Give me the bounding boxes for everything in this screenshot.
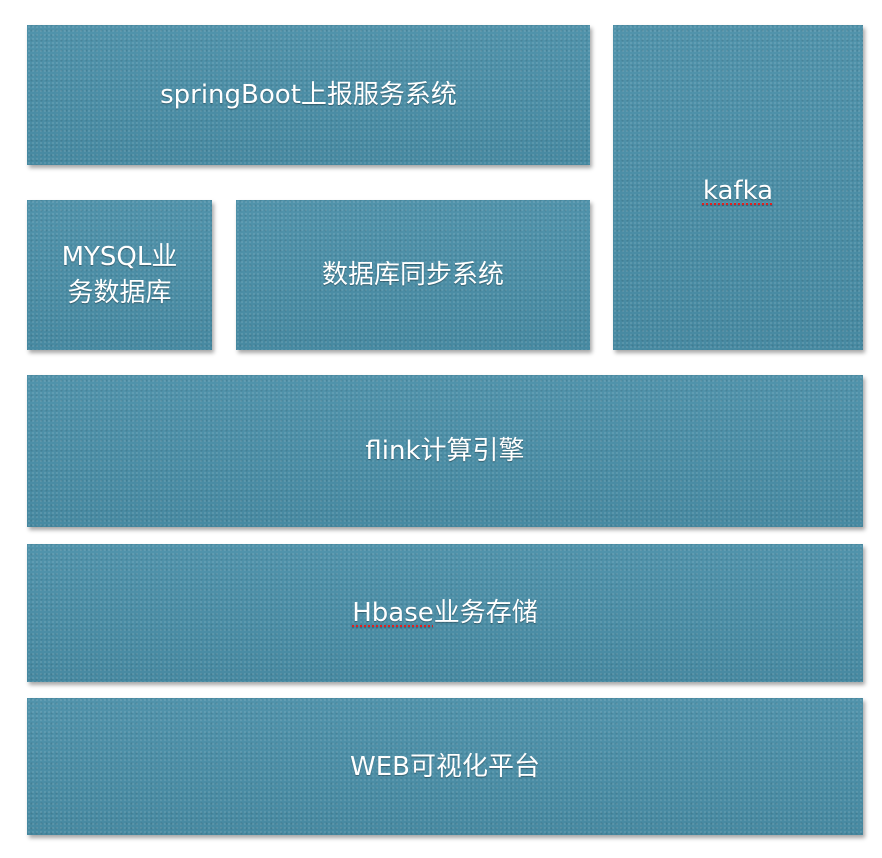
mysql-business-db-box: MYSQL业 务数据库: [27, 200, 212, 350]
mysql-business-db-label: MYSQL业 务数据库: [61, 242, 178, 308]
web-visualization-platform-box: WEB可视化平台: [27, 698, 863, 835]
kafka-box: kafka: [613, 25, 863, 350]
hbase-label-suffix: 业务存储: [433, 598, 538, 628]
database-sync-system-box: 数据库同步系统: [236, 200, 590, 350]
springboot-report-service-label: springBoot上报服务系统: [160, 80, 457, 110]
flink-compute-engine-box: flink计算引擎: [27, 375, 863, 527]
springboot-report-service-box: springBoot上报服务系统: [27, 25, 590, 165]
hbase-business-storage-label: Hbase业务存储: [352, 595, 538, 631]
web-visualization-platform-label: WEB可视化平台: [350, 751, 540, 782]
hbase-label-prefix: Hbase: [352, 598, 434, 628]
kafka-label: kafka: [702, 176, 774, 206]
database-sync-system-label: 数据库同步系统: [321, 260, 504, 290]
hbase-business-storage-box: Hbase业务存储: [27, 544, 863, 682]
flink-compute-engine-label: flink计算引擎: [365, 436, 525, 466]
